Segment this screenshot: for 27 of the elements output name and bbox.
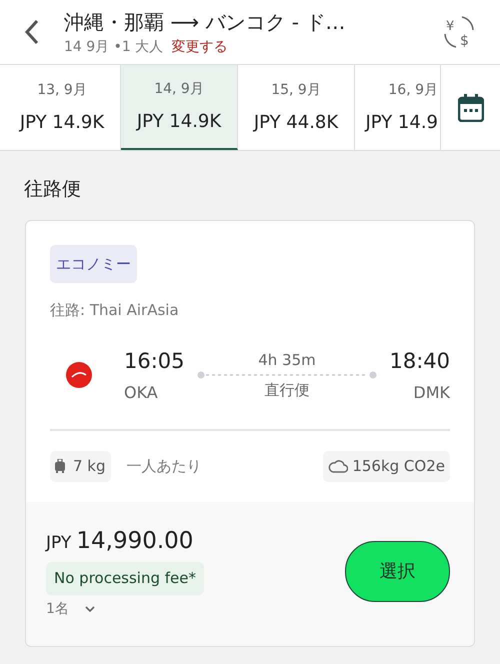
airline-logo-icon — [66, 362, 92, 388]
price-text: JPY 14,990.00 — [46, 526, 194, 556]
route-title: 沖縄・那覇 ⟶ バンコク - ド… — [64, 8, 346, 36]
change-link[interactable]: 変更する — [171, 36, 228, 58]
arrival-time: 18:40 — [389, 348, 450, 374]
baggage-chip: 7 kg — [50, 451, 111, 482]
date-text: 14 9月 •1 大人 — [64, 38, 164, 56]
duration-text: 4h 35m — [258, 350, 316, 371]
back-icon[interactable] — [24, 19, 40, 45]
arrival-airport: DMK — [412, 382, 450, 404]
fee-badge: No processing fee* — [46, 562, 204, 594]
section-title: 往路便 — [24, 178, 81, 200]
direct-text: 直行便 — [264, 380, 310, 402]
select-button[interactable]: 選択 — [345, 541, 450, 602]
chevron-down-icon — [84, 606, 95, 612]
flight-card[interactable]: エコノミー 往路: Thai AirAsia 16:05 OKA 4h 35m 直行便 18:40 DMK 7 kg 一人あたり 156kg CO2e JPY 14,990.00 No processing fee* 1名 選択 — [25, 220, 475, 646]
cloud-icon — [328, 459, 348, 474]
departure-airport: OKA — [124, 382, 159, 404]
airline-text: 往路: Thai AirAsia — [50, 300, 180, 321]
calendar-icon[interactable] — [458, 94, 484, 122]
emission-chip: 156kg CO2e — [323, 451, 450, 482]
date-tab[interactable]: 14, 9月 JPY 14.9K — [121, 65, 238, 150]
cabin-tag: エコノミー — [50, 244, 137, 283]
passenger-dropdown[interactable]: 1名 — [46, 598, 345, 620]
departure-time: 16:05 — [124, 348, 185, 374]
per-person-text: 一人あたり — [126, 456, 202, 477]
luggage-icon — [55, 459, 65, 474]
